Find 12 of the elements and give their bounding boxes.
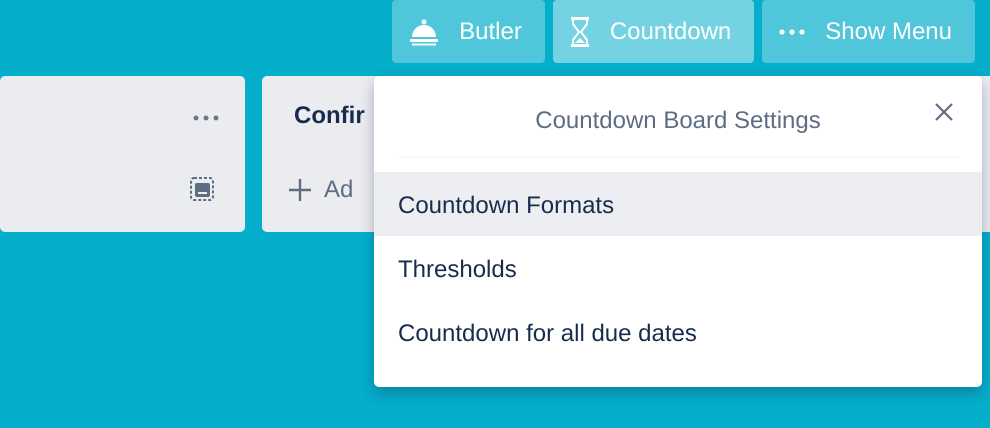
- template-icon[interactable]: [190, 177, 214, 201]
- popover-title: Countdown Board Settings: [534, 106, 822, 136]
- list-title: Confir: [294, 101, 366, 131]
- close-icon[interactable]: [934, 102, 954, 122]
- menu-item[interactable]: Thresholds: [374, 236, 982, 300]
- hourglass-icon: [570, 16, 590, 46]
- bell-icon: [409, 18, 440, 46]
- more-icon[interactable]: [193, 115, 219, 121]
- dots-icon: [779, 28, 806, 34]
- menu-item[interactable]: Countdown for all due dates: [374, 300, 982, 364]
- plus-icon: [288, 178, 312, 202]
- menu-item[interactable]: Countdown Formats: [374, 172, 982, 236]
